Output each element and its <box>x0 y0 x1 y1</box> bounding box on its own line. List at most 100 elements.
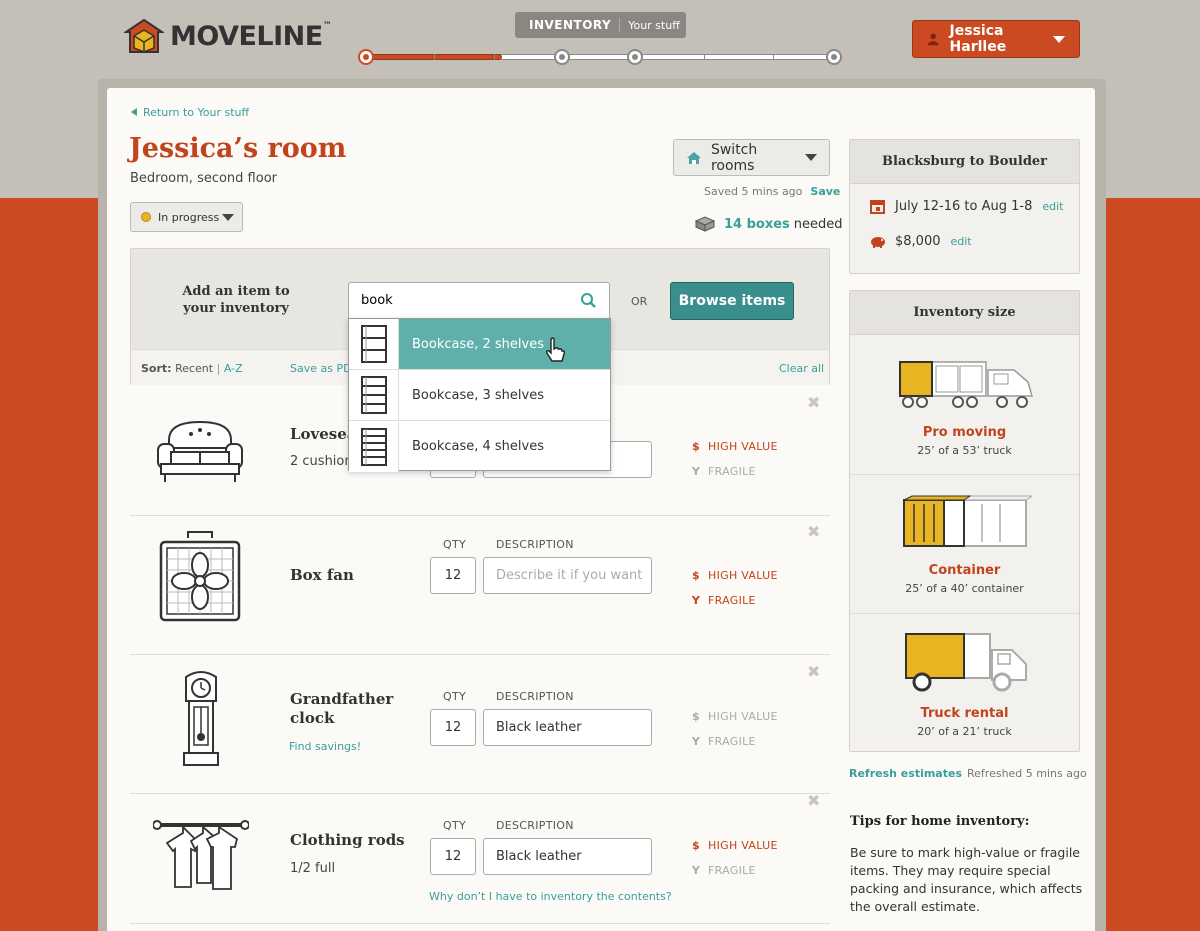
calendar-icon <box>870 200 885 214</box>
step-label: INVENTORY <box>515 18 621 32</box>
search-input[interactable] <box>361 293 561 308</box>
route-title: Blacksburg to Boulder <box>850 140 1079 184</box>
status-dot-icon <box>141 212 151 222</box>
dollar-icon: $ <box>692 839 700 852</box>
divider <box>130 923 830 924</box>
qty-input[interactable]: 12 <box>430 709 476 746</box>
dollar-icon: $ <box>692 440 700 453</box>
move-dates: July 12-16 to Aug 1-8 edit <box>870 199 1063 214</box>
brand-logo[interactable]: MOVELINE™ <box>124 18 332 54</box>
semi-truck-icon <box>899 361 1033 408</box>
page-title: Jessica’s room <box>129 133 347 164</box>
loveseat-icon <box>157 420 243 482</box>
sort-az[interactable]: A-Z <box>224 362 243 375</box>
progress-step[interactable] <box>826 49 842 65</box>
back-link[interactable]: Return to Your stuff <box>131 106 249 119</box>
suggestion-item[interactable]: Bookcase, 4 shelves <box>349 421 610 472</box>
search-field[interactable] <box>348 282 610 319</box>
divider <box>130 793 830 794</box>
fragile-toggle[interactable]: Y FRAGILE <box>690 594 756 607</box>
suggestion-item[interactable]: Bookcase, 3 shelves <box>349 370 610 421</box>
edit-dates-link[interactable]: edit <box>1042 200 1063 213</box>
back-arrow-icon <box>131 108 137 116</box>
high-value-toggle[interactable]: $ HIGH VALUE <box>690 839 778 852</box>
qty-input[interactable]: 12 <box>430 557 476 594</box>
saved-status: Saved 5 mins ago Save <box>704 185 841 198</box>
description-label: DESCRIPTION <box>496 538 574 551</box>
progress-step[interactable] <box>554 49 570 65</box>
hand-cursor-icon <box>546 337 565 362</box>
progress-bar <box>358 49 842 65</box>
remove-item-button[interactable]: ✖ <box>807 791 820 810</box>
tips-title: Tips for home inventory: <box>850 814 1030 829</box>
fragile-toggle[interactable]: Y FRAGILE <box>690 465 756 478</box>
remove-item-button[interactable]: ✖ <box>807 522 820 541</box>
refreshed-time: Refreshed 5 mins ago <box>967 767 1087 780</box>
suggestion-item[interactable]: Bookcase, 2 shelves <box>349 319 610 370</box>
tips-body: Be sure to mark high-value or fragile it… <box>850 845 1083 914</box>
move-budget: $8,000 edit <box>870 234 972 249</box>
grandfather-clock-icon <box>183 671 219 766</box>
boxes-count[interactable]: 14 boxes <box>724 217 790 232</box>
progress-tick <box>494 54 495 60</box>
box-fan-icon <box>159 531 241 622</box>
item-sub: 1/2 full <box>290 861 336 876</box>
sort-recent[interactable]: Recent <box>175 362 213 375</box>
glass-icon: Y <box>691 864 701 877</box>
step-indicator: INVENTORY Your stuff <box>515 12 686 38</box>
bookcase-icon <box>349 370 399 420</box>
bookcase-icon <box>349 319 399 369</box>
contents-help-link[interactable]: Why don’t I have to inventory the conten… <box>429 890 672 903</box>
chevron-down-icon <box>222 213 234 221</box>
brand-name: MOVELINE™ <box>170 20 332 52</box>
qty-input[interactable]: 12 <box>430 838 476 875</box>
box-icon <box>694 216 716 232</box>
browse-items-button[interactable]: Browse items <box>670 282 794 320</box>
remove-item-button[interactable]: ✖ <box>807 393 820 412</box>
dollar-icon: $ <box>692 569 700 582</box>
estimate-pro-moving[interactable]: Pro moving 25’ of a 53’ truck <box>850 425 1079 457</box>
high-value-toggle[interactable]: $ HIGH VALUE <box>690 710 778 723</box>
glass-icon: Y <box>691 735 701 748</box>
sort-controls: Sort: Recent | A-Z <box>141 362 243 375</box>
refresh-estimates-link[interactable]: Refresh estimates <box>849 767 962 780</box>
clear-all-link[interactable]: Clear all <box>779 362 824 375</box>
description-input[interactable]: Black leather <box>483 838 652 875</box>
item-name: Clothing rods <box>290 831 405 849</box>
fragile-toggle[interactable]: Y FRAGILE <box>690 864 756 877</box>
boxes-needed: 14 boxes needed <box>694 216 843 232</box>
chevron-down-icon <box>805 154 817 161</box>
clothing-rod-icon <box>153 820 249 890</box>
high-value-toggle[interactable]: $ HIGH VALUE <box>690 440 778 453</box>
room-subtitle: Bedroom, second floor <box>130 171 277 186</box>
glass-icon: Y <box>691 465 701 478</box>
add-item-label: Add an item to your inventory <box>182 284 290 316</box>
high-value-toggle[interactable]: $ HIGH VALUE <box>690 569 778 582</box>
description-input[interactable]: Describe it if you want <box>483 557 652 594</box>
estimate-container[interactable]: Container 25’ of a 40’ container <box>850 563 1079 595</box>
save-link[interactable]: Save <box>810 185 840 198</box>
find-savings-link[interactable]: Find savings! <box>289 740 361 753</box>
edit-budget-link[interactable]: edit <box>951 235 972 248</box>
search-icon[interactable] <box>580 292 597 309</box>
fragile-toggle[interactable]: Y FRAGILE <box>690 735 756 748</box>
bookcase-icon <box>349 421 399 472</box>
divider <box>850 474 1079 475</box>
glass-icon: Y <box>691 594 701 607</box>
progress-step-current[interactable] <box>358 49 374 65</box>
description-input[interactable]: Black leather <box>483 709 652 746</box>
status-dropdown[interactable]: In progress <box>130 202 243 232</box>
description-label: DESCRIPTION <box>496 690 574 703</box>
progress-step[interactable] <box>627 49 643 65</box>
qty-label: QTY <box>443 819 466 832</box>
item-name: Box fan <box>290 566 354 584</box>
user-name: Jessica Harllee <box>949 23 1007 55</box>
divider <box>130 654 830 655</box>
user-menu-button[interactable]: Jessica Harllee <box>912 20 1080 58</box>
rental-truck-icon <box>905 633 1027 692</box>
remove-item-button[interactable]: ✖ <box>807 662 820 681</box>
dollar-icon: $ <box>692 710 700 723</box>
estimate-truck-rental[interactable]: Truck rental 20’ of a 21’ truck <box>850 706 1079 738</box>
piggy-bank-icon <box>871 236 885 248</box>
switch-rooms-button[interactable]: Switch rooms <box>673 139 830 176</box>
